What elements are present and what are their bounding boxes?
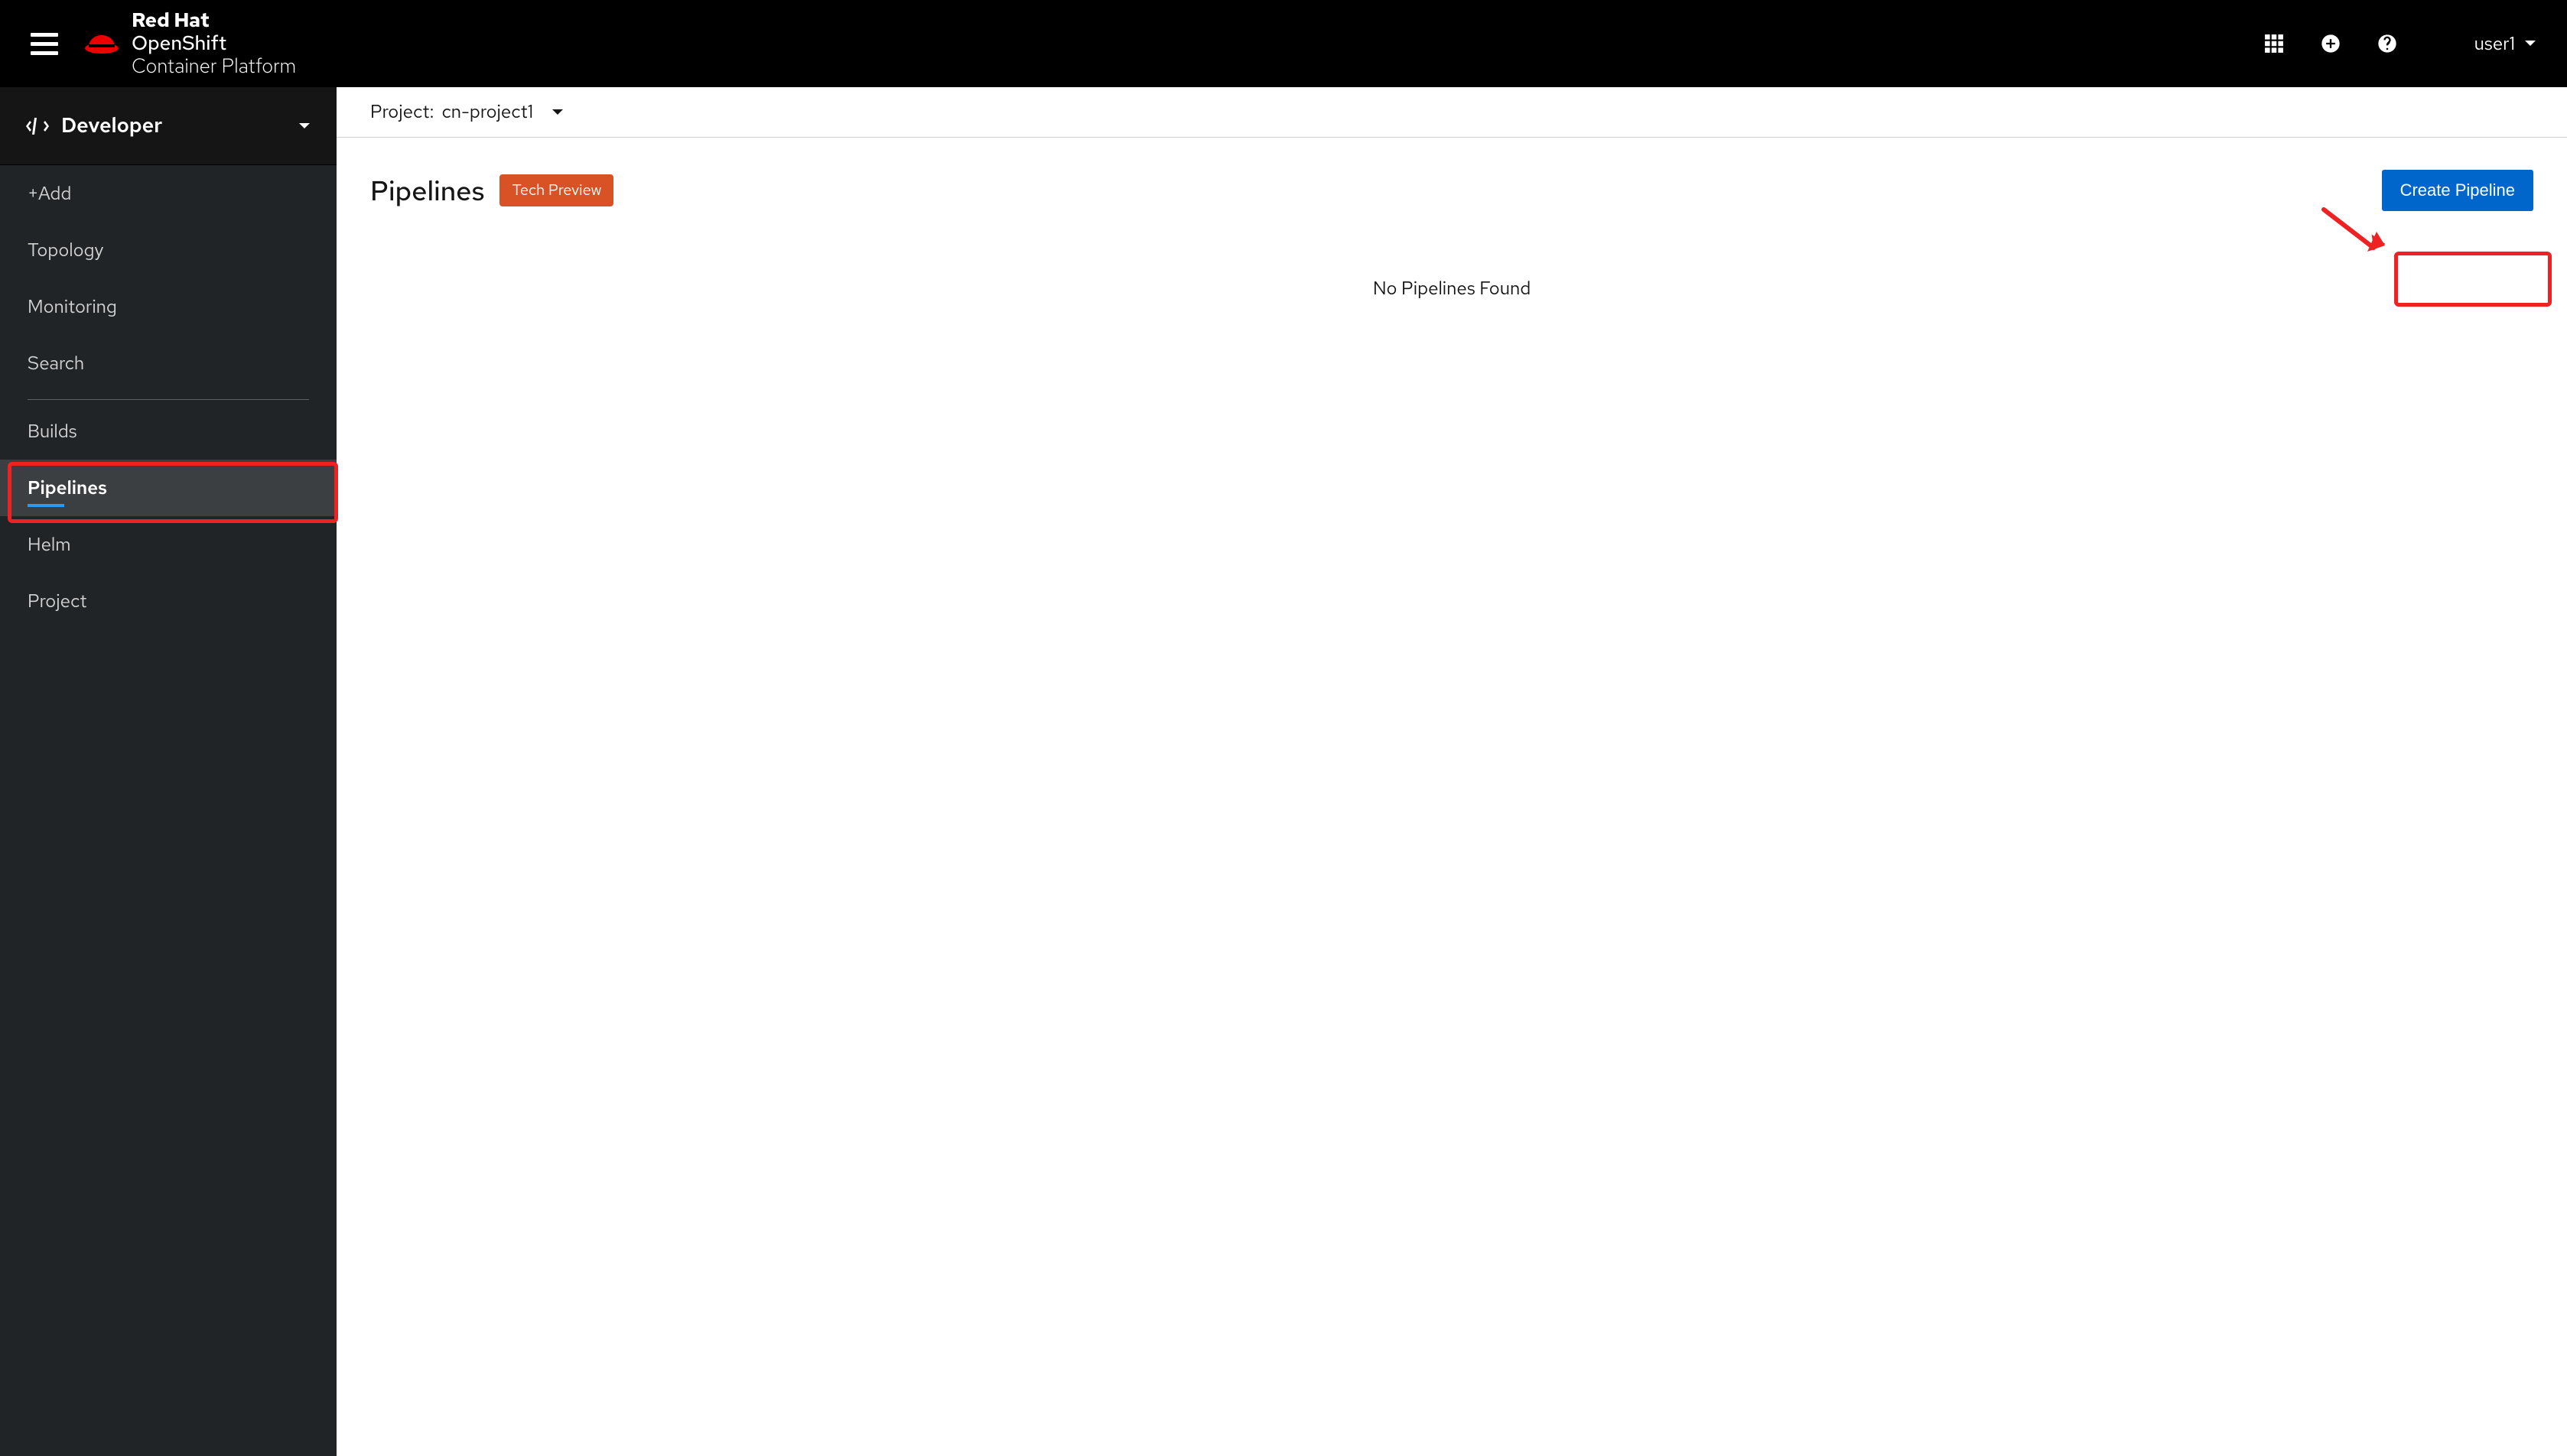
sidebar-item-helm[interactable]: Helm <box>0 516 337 573</box>
brand-text: Red Hat OpenShift Container Platform <box>132 9 296 78</box>
caret-down-icon <box>2524 40 2536 47</box>
create-pipeline-button[interactable]: Create Pipeline <box>2382 170 2533 211</box>
sidebar-item-monitoring[interactable]: Monitoring <box>0 278 337 335</box>
question-circle-icon <box>2377 33 2398 54</box>
sidebar-item-label: Monitoring <box>28 295 117 319</box>
perspective-label: Developer <box>61 112 162 139</box>
sidebar-item-builds[interactable]: Builds <box>0 403 337 460</box>
perspective-switcher[interactable]: Developer <box>0 87 337 165</box>
sidebar-item-label: Helm <box>28 533 71 557</box>
sidebar-item-pipelines[interactable]: Pipelines <box>0 460 337 516</box>
brand-logo[interactable]: Red Hat OpenShift Container Platform <box>84 9 296 78</box>
user-menu[interactable]: user1 <box>2474 32 2536 56</box>
page-title: Pipelines <box>370 172 484 209</box>
annotation-arrow-icon <box>2320 206 2389 259</box>
brand-line1: Red Hat <box>132 9 296 32</box>
plus-circle-icon <box>2320 33 2341 54</box>
brand-line3: Container Platform <box>132 55 296 78</box>
code-icon <box>26 118 49 135</box>
sidebar-item-project[interactable]: Project <box>0 573 337 629</box>
tech-preview-badge: Tech Preview <box>499 174 613 206</box>
sidebar-item-topology[interactable]: Topology <box>0 222 337 278</box>
caret-down-icon <box>298 122 311 130</box>
sidebar-item-search[interactable]: Search <box>0 335 337 392</box>
sidebar: Developer +Add Topology Monitoring Searc… <box>0 87 337 1456</box>
sidebar-item-add[interactable]: +Add <box>0 165 337 222</box>
brand-line2: OpenShift <box>132 32 296 55</box>
sidebar-item-label: Builds <box>28 420 77 444</box>
page-header: Pipelines Tech Preview Create Pipeline <box>337 138 2567 211</box>
sidebar-item-label: Search <box>28 352 84 375</box>
app-launcher-button[interactable] <box>2263 33 2285 54</box>
sidebar-divider <box>28 399 309 400</box>
empty-state-text: No Pipelines Found <box>337 277 2567 301</box>
nav-toggle-button[interactable] <box>31 28 61 59</box>
redhat-hat-icon <box>84 31 119 57</box>
import-button[interactable] <box>2320 33 2341 54</box>
sidebar-item-label: Project <box>28 590 86 613</box>
user-name: user1 <box>2474 32 2515 56</box>
main-content: Project: cn-project1 Pipelines Tech Prev… <box>337 87 2567 1456</box>
project-selector[interactable]: Project: cn-project1 <box>337 87 2567 138</box>
project-prefix: Project: <box>370 100 434 124</box>
caret-down-icon <box>551 109 564 116</box>
sidebar-item-label: +Add <box>28 182 71 206</box>
sidebar-item-label: Pipelines <box>28 476 107 500</box>
project-name: cn-project1 <box>441 100 533 124</box>
grid-icon <box>2264 34 2284 54</box>
help-button[interactable] <box>2377 33 2398 54</box>
masthead: Red Hat OpenShift Container Platform <box>0 0 2567 87</box>
masthead-toolbar: user1 <box>2263 32 2536 56</box>
sidebar-item-label: Topology <box>28 239 103 262</box>
